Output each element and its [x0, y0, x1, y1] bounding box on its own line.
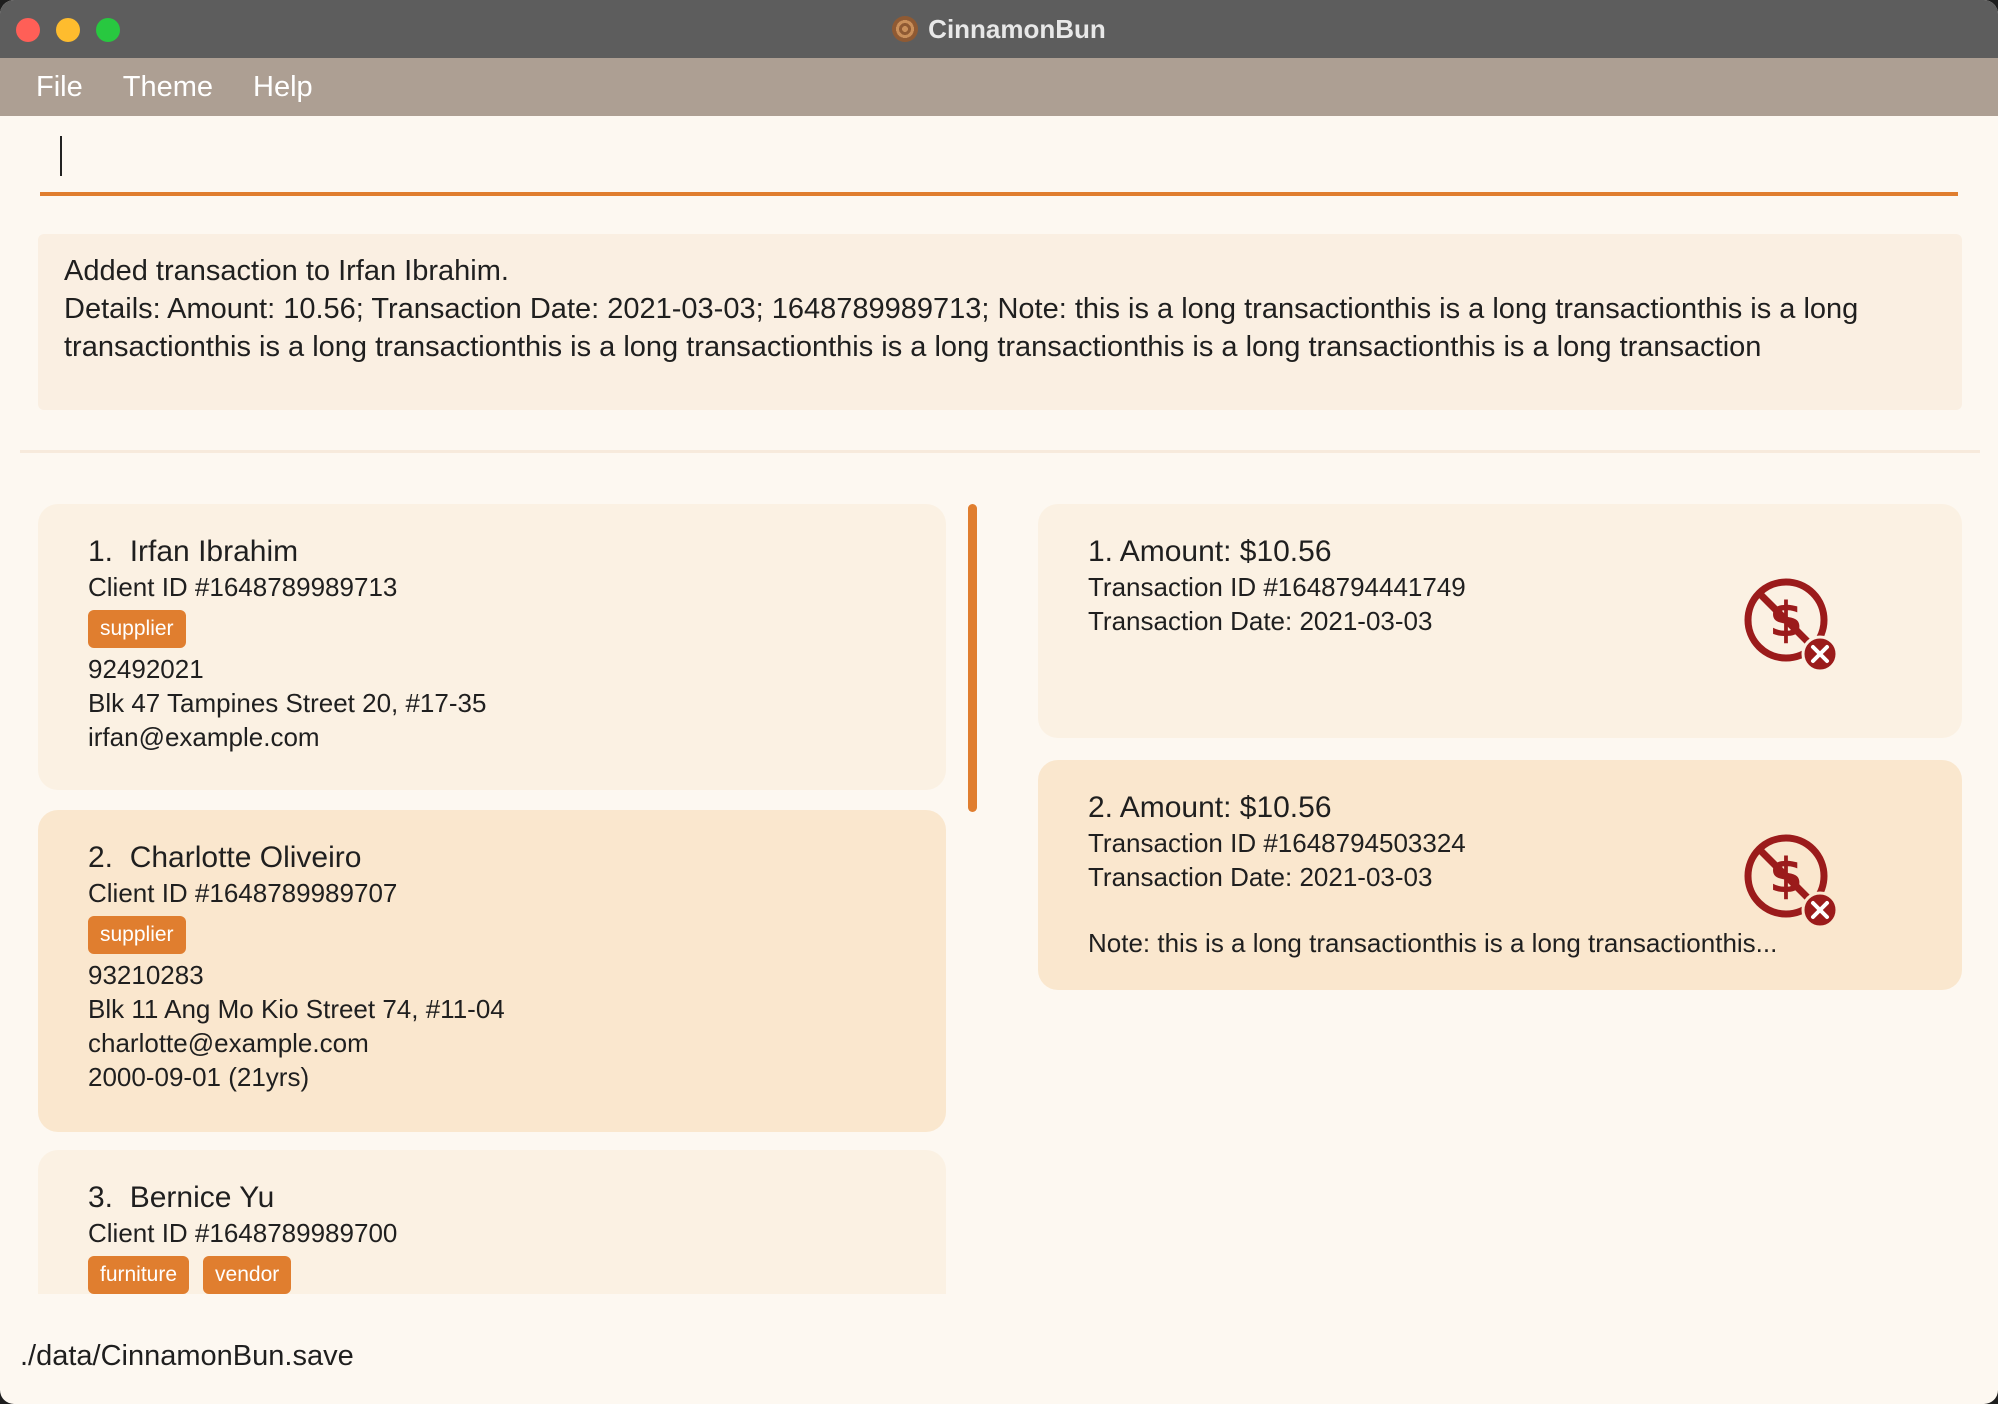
client-index: 2. [88, 841, 114, 874]
client-phone: 92492021 [88, 654, 204, 684]
title-bar: CinnamonBun [0, 0, 1998, 59]
menu-theme[interactable]: Theme [123, 71, 213, 104]
client-card[interactable]: 2. Charlotte Oliveiro Client ID #1648789… [38, 810, 946, 1132]
unpaid-icon[interactable]: $ [1742, 832, 1842, 932]
app-window: CinnamonBun File Theme Help Added transa… [0, 0, 1998, 1404]
client-id: Client ID #1648789989700 [88, 1218, 398, 1248]
tag: vendor [203, 1256, 292, 1294]
client-address: Blk 47 Tampines Street 20, #17-35 [88, 688, 487, 718]
divider [20, 450, 1980, 453]
tag-list: supplier [88, 916, 896, 954]
client-index: 3. [88, 1181, 114, 1214]
client-list[interactable]: 1. Irfan Ibrahim Client ID #164878998971… [38, 504, 946, 1294]
client-card[interactable]: 1. Irfan Ibrahim Client ID #164878998971… [38, 504, 946, 790]
client-name-line: 3. Bernice Yu [88, 1180, 896, 1216]
client-email: irfan@example.com [88, 722, 320, 752]
transaction-amount: 1. Amount: $10.56 [1088, 535, 1332, 568]
svg-text:$: $ [1769, 592, 1802, 648]
client-birthday: 2000-09-01 (21yrs) [88, 1062, 310, 1092]
transaction-amount: 2. Amount: $10.56 [1088, 791, 1332, 824]
client-name-line: 1. Irfan Ibrahim [88, 534, 896, 570]
menu-file[interactable]: File [36, 71, 83, 104]
command-box [40, 122, 1958, 196]
client-id: Client ID #1648789989713 [88, 572, 398, 602]
transaction-card[interactable]: 1. Amount: $10.56 Transaction ID #164879… [1038, 504, 1962, 738]
window-title-group: CinnamonBun [0, 0, 1998, 58]
client-email: charlotte@example.com [88, 1028, 369, 1058]
client-phone: 93210283 [88, 960, 204, 990]
client-index: 1. [88, 535, 114, 568]
client-name: Charlotte Oliveiro [129, 841, 362, 874]
command-input[interactable] [66, 132, 1930, 182]
window-title: CinnamonBun [928, 13, 1106, 44]
svg-text:$: $ [1769, 848, 1802, 904]
unpaid-icon[interactable]: $ [1742, 576, 1842, 676]
transaction-card[interactable]: 2. Amount: $10.56 Transaction ID #164879… [1038, 760, 1962, 990]
client-address: Blk 11 Ang Mo Kio Street 74, #11-04 [88, 994, 505, 1024]
text-caret [60, 136, 62, 176]
tag: furniture [88, 1256, 190, 1294]
client-list-scrollbar[interactable] [968, 504, 977, 812]
tag-list: furniture vendor [88, 1256, 896, 1294]
cinnamon-bun-icon [892, 16, 919, 42]
client-id: Client ID #1648789989707 [88, 878, 398, 908]
client-name-line: 2. Charlotte Oliveiro [88, 840, 896, 876]
tag: supplier [88, 610, 186, 648]
save-location-status: ./data/CinnamonBun.save [20, 1340, 354, 1372]
menu-help[interactable]: Help [253, 71, 313, 104]
tag: supplier [88, 916, 186, 954]
client-name: Bernice Yu [129, 1181, 275, 1214]
tag-list: supplier [88, 610, 896, 648]
result-display: Added transaction to Irfan Ibrahim. Deta… [38, 234, 1962, 410]
client-card[interactable]: 3. Bernice Yu Client ID #1648789989700 f… [38, 1150, 946, 1294]
client-name: Irfan Ibrahim [129, 535, 299, 568]
menu-bar: File Theme Help [0, 58, 1998, 116]
